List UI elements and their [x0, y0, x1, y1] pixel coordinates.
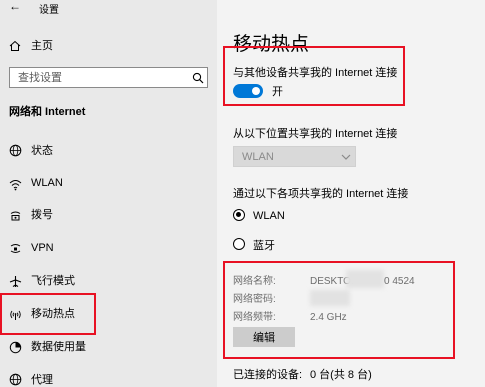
- search-input[interactable]: [10, 68, 188, 88]
- hotspot-highlight-box: [0, 293, 96, 335]
- radio-label: 蓝牙: [253, 240, 275, 252]
- sidebar: ← 设置 主页 网络和 Internet 状态 WLAN 拨号: [0, 0, 217, 387]
- connected-devices-label: 已连接的设备:: [233, 369, 303, 381]
- window-title: 设置: [39, 5, 59, 16]
- vpn-icon: [8, 241, 22, 255]
- search-icon[interactable]: [191, 71, 205, 85]
- globe-proxy-icon: [8, 372, 22, 386]
- connected-devices-value: 0 台(共 8 台): [310, 369, 372, 381]
- share-highlight-box: [223, 46, 405, 106]
- wlan-radio[interactable]: [233, 209, 245, 221]
- home-label: 主页: [31, 40, 53, 52]
- data-usage-icon: [8, 340, 22, 354]
- share-from-select[interactable]: WLAN: [233, 146, 356, 167]
- back-arrow-icon[interactable]: ←: [9, 0, 21, 13]
- sidebar-item-label: 代理: [31, 374, 53, 386]
- share-from-label: 从以下位置共享我的 Internet 连接: [233, 128, 398, 140]
- sidebar-item-label: WLAN: [31, 177, 63, 189]
- globe-status-icon: [8, 143, 22, 157]
- sidebar-item-label: 飞行模式: [31, 275, 75, 287]
- search-box[interactable]: [9, 67, 208, 88]
- sidebar-item-label: VPN: [31, 242, 54, 254]
- share-from-value: WLAN: [242, 151, 274, 163]
- home-icon: [8, 39, 22, 53]
- airplane-icon: [8, 274, 22, 288]
- wifi-icon: [8, 177, 22, 191]
- section-title: 网络和 Internet: [9, 106, 86, 118]
- sidebar-item-label: 状态: [31, 145, 53, 157]
- sidebar-item-label: 拨号: [31, 209, 53, 221]
- bluetooth-radio[interactable]: [233, 238, 245, 250]
- network-info-highlight-box: [223, 261, 455, 359]
- sidebar-item-label: 数据使用量: [31, 341, 86, 353]
- chevron-down-icon: [339, 150, 353, 164]
- radio-dot: [236, 212, 241, 217]
- share-over-label: 通过以下各项共享我的 Internet 连接: [233, 188, 409, 200]
- dialup-icon: [8, 208, 22, 222]
- radio-label: WLAN: [253, 210, 285, 222]
